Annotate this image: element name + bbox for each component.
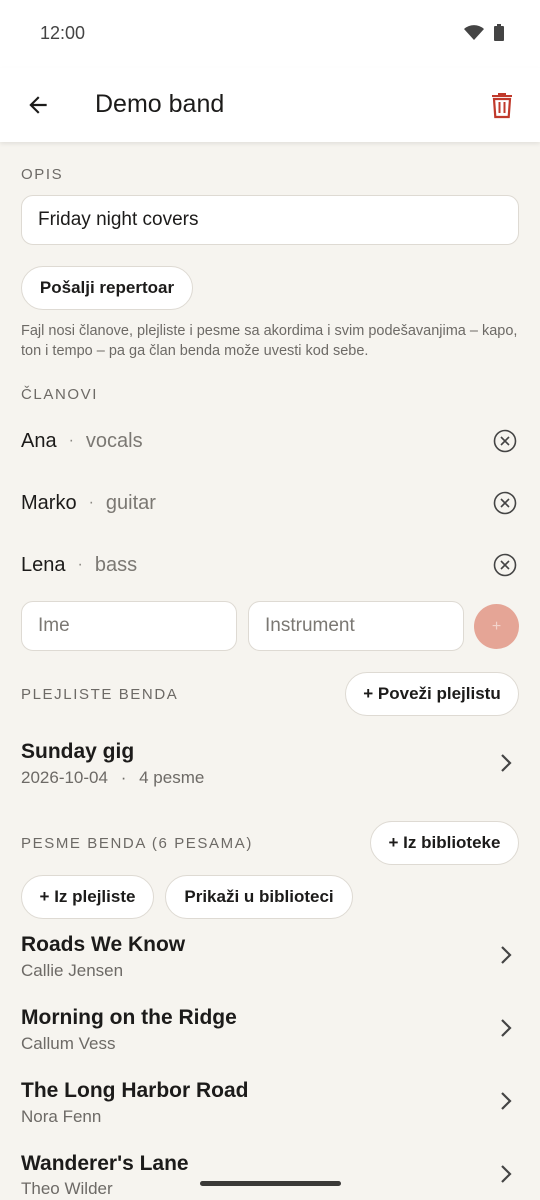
song-row[interactable]: Morning on the Ridge Callum Vess: [0, 997, 540, 1061]
playlist-title: Sunday gig: [21, 740, 135, 763]
status-bar: 12:00: [0, 0, 540, 68]
member-row: Lena · bass: [21, 545, 521, 585]
remove-member-icon[interactable]: [493, 429, 517, 453]
song-artist: Callum Vess: [21, 1034, 116, 1053]
song-title: The Long Harbor Road: [21, 1079, 249, 1102]
member-name: Marko: [21, 491, 77, 514]
status-icons: [464, 24, 504, 41]
send-repertoire-button[interactable]: Pošalji repertoar: [21, 266, 193, 310]
songs-section-label: PESME BENDA (6 PESAMA): [21, 835, 253, 852]
chevron-right-icon: [501, 754, 512, 772]
member-name-input[interactable]: Ime: [21, 601, 237, 651]
song-artist: Nora Fenn: [21, 1107, 102, 1126]
home-indicator[interactable]: [200, 1181, 341, 1186]
song-artist: Theo Wilder: [21, 1179, 113, 1198]
chevron-right-icon: [501, 1019, 512, 1037]
add-from-library-button[interactable]: + Iz biblioteke: [370, 821, 519, 865]
description-section-label: OPIS: [21, 166, 64, 183]
wifi-icon: [464, 24, 484, 40]
member-instrument: guitar: [105, 491, 156, 514]
export-hint: Fajl nosi članove, plejliste i pesme sa …: [21, 323, 518, 359]
back-button[interactable]: [20, 87, 56, 123]
member-row: Ana · vocals: [21, 421, 521, 461]
playlist-meta-separator: ·: [120, 768, 127, 787]
add-from-playlist-button[interactable]: + Iz plejliste: [21, 875, 154, 919]
arrow-back-icon: [29, 96, 47, 114]
remove-member-icon[interactable]: [493, 491, 517, 515]
song-artist: Callie Jensen: [21, 961, 124, 980]
description-field[interactable]: Friday night covers: [21, 195, 519, 245]
app-bar: Demo band: [0, 68, 540, 142]
add-member-button[interactable]: +: [474, 604, 519, 649]
remove-member-icon[interactable]: [493, 553, 517, 577]
page-title: Demo band: [95, 90, 225, 118]
chevron-right-icon: [501, 946, 512, 964]
member-separator: ·: [88, 494, 94, 511]
member-row: Marko · guitar: [21, 483, 521, 523]
playlist-row[interactable]: Sunday gig 2026-10-04 · 4 pesme: [0, 732, 540, 796]
song-row[interactable]: The Long Harbor Road Nora Fenn: [0, 1070, 540, 1134]
song-row[interactable]: Roads We Know Callie Jensen: [0, 924, 540, 988]
song-row[interactable]: Wanderer's Lane Theo Wilder: [0, 1143, 540, 1200]
member-separator: ·: [77, 556, 83, 573]
playlist-date: 2026-10-04: [21, 768, 108, 787]
playlist-meta: 2026-10-04 · 4 pesme: [21, 768, 204, 788]
delete-button[interactable]: [484, 87, 520, 123]
playlist-song-count: 4 pesme: [139, 768, 205, 787]
show-in-library-button[interactable]: Prikaži u biblioteci: [165, 875, 353, 919]
song-title: Wanderer's Lane: [21, 1152, 189, 1175]
chevron-right-icon: [501, 1165, 512, 1183]
member-instrument: vocals: [85, 429, 143, 452]
battery-icon: [494, 24, 504, 41]
member-name: Lena: [21, 553, 66, 576]
song-title: Morning on the Ridge: [21, 1006, 237, 1029]
song-title: Roads We Know: [21, 933, 186, 956]
member-separator: ·: [68, 432, 74, 449]
trash-icon: [492, 93, 512, 119]
members-section-label: ČLANOVI: [21, 386, 99, 403]
member-instrument-input[interactable]: Instrument: [248, 601, 464, 651]
chevron-right-icon: [501, 1092, 512, 1110]
status-time: 12:00: [40, 23, 86, 43]
member-name: Ana: [21, 429, 57, 452]
playlists-section-label: PLEJLISTE BENDA: [21, 686, 179, 703]
link-playlist-button[interactable]: + Poveži plejlistu: [345, 672, 519, 716]
member-instrument: bass: [94, 553, 138, 576]
